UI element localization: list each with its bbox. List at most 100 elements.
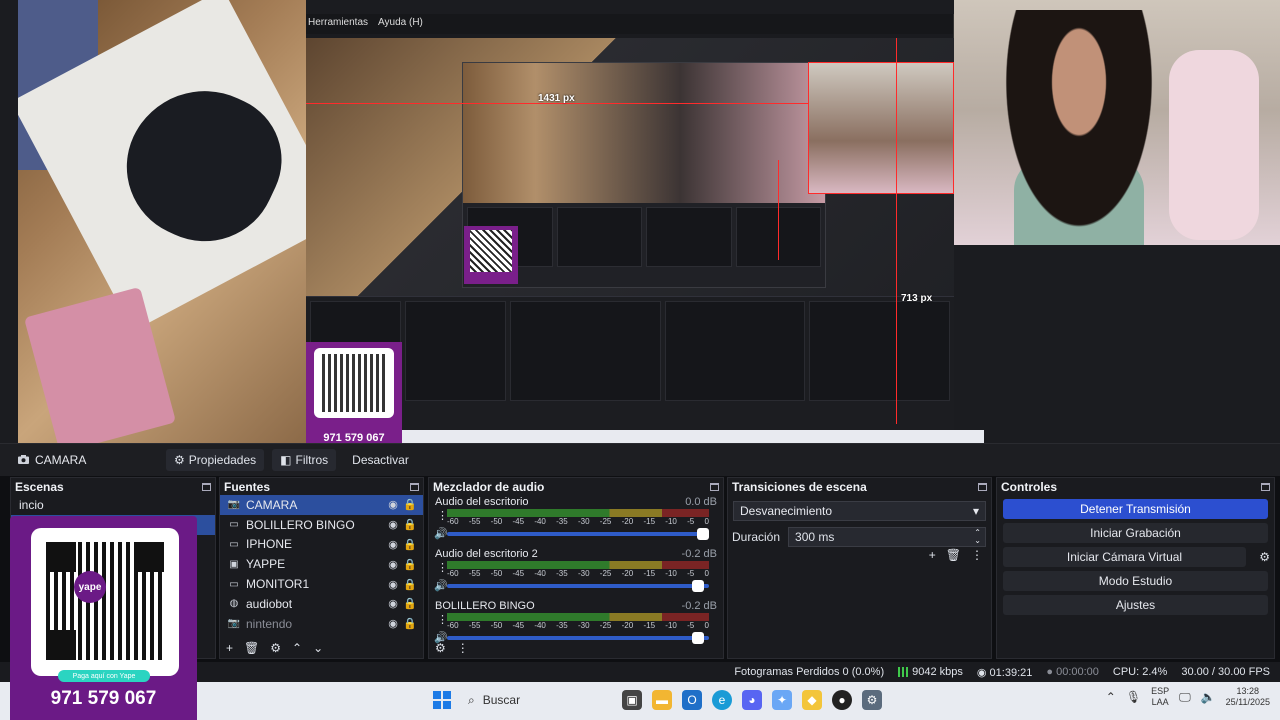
trash-icon[interactable]: 🗑 [244, 641, 259, 655]
nested-inner-preview [463, 63, 825, 203]
popout-icon[interactable] [1261, 482, 1270, 491]
arrow-up-icon[interactable]: ⌃ [292, 641, 302, 655]
eye-icon[interactable]: ◉ [386, 498, 400, 511]
add-icon[interactable]: + [226, 641, 233, 655]
scene-item[interactable]: incio [11, 495, 215, 515]
source-row[interactable]: ◍ audiobot ◉ 🔒 [220, 594, 423, 614]
task-view-icon[interactable]: ▣ [622, 690, 642, 710]
source-row[interactable]: ▭ MONITOR1 ◉ 🔒 [220, 574, 423, 594]
current-source-label: CAMARA [35, 453, 87, 467]
chevron-down-icon: ▾ [972, 504, 979, 518]
start-virtual-camera-button[interactable]: Iniciar Cámara Virtual [1003, 547, 1246, 567]
kebab-menu-icon[interactable]: ⋮ [971, 548, 983, 562]
language-bottom: LAA [1151, 697, 1169, 707]
mixer-channels: Audio del escritorio 0.0 dB ⋮ -60 -55 -50 -45-… [429, 495, 723, 651]
source-row[interactable]: ▭ BOLILLERO BINGO ◉ 🔒 [220, 515, 423, 535]
nested-dock-panel [405, 301, 507, 401]
popout-icon[interactable] [410, 482, 419, 491]
eye-icon[interactable]: ◉ [386, 558, 400, 571]
nested-menu-help: Ayuda (H) [378, 17, 423, 28]
volume-slider-knob[interactable] [691, 580, 704, 592]
eye-icon[interactable]: ◉ [386, 518, 400, 531]
nested-dock-panel [809, 301, 950, 401]
file-explorer-icon[interactable]: ▬ [652, 690, 672, 710]
discord-icon[interactable]: ◕ [742, 690, 762, 710]
virtual-camera-settings-gear-icon[interactable]: ⚙ [1259, 550, 1270, 564]
source-row[interactable]: ▭ IPHONE ◉ 🔒 [220, 535, 423, 555]
outlook-icon[interactable]: O [682, 690, 702, 710]
gear-icon[interactable]: ⚙ [270, 641, 281, 655]
eye-icon[interactable]: ◉ [386, 597, 400, 610]
sources-list: 📷 CAMARA ◉ 🔒 ▭ BOLILLERO BINGO ◉ 🔒 ▭ IPHONE ◉ 🔒 ▣ YAP… [220, 495, 423, 634]
lock-icon[interactable]: 🔒 [403, 617, 417, 630]
filters-button[interactable]: ◧ Filtros [272, 449, 337, 471]
kebab-menu-icon[interactable]: ⋮ [457, 641, 469, 655]
eye-icon[interactable]: ◉ [386, 538, 400, 551]
volume-icon[interactable]: 🔈 [1201, 690, 1216, 704]
record-time-value: 00:00:00 [1056, 666, 1099, 678]
trash-icon[interactable]: 🗑 [946, 548, 961, 562]
duration-input[interactable]: 300 ms ⌃ ⌄ [788, 527, 986, 547]
lock-icon[interactable]: 🔒 [403, 578, 417, 591]
stop-streaming-button[interactable]: Detener Transmisión [1003, 499, 1268, 519]
eye-hidden-icon[interactable]: ◉ [386, 617, 400, 630]
meter-tick: -20 [621, 621, 634, 630]
source-row[interactable]: ▣ YAPPE ◉ 🔒 [220, 554, 423, 574]
edge-icon[interactable]: e [712, 690, 732, 710]
popout-icon[interactable] [978, 482, 987, 491]
controls-header: Controles [997, 478, 1274, 495]
spinner-icon[interactable]: ⌃ ⌄ [974, 529, 981, 545]
taskbar-search[interactable]: ⌕ Buscar [462, 688, 612, 712]
volume-slider[interactable] [447, 580, 709, 592]
mixer-settings-icon[interactable]: ⚙ [435, 641, 446, 655]
meter-tick: -5 [687, 517, 695, 526]
lock-icon[interactable]: 🔒 [403, 597, 417, 610]
source-label: MONITOR1 [246, 577, 310, 592]
current-source: CAMARA [18, 453, 158, 467]
settings-button[interactable]: Ajustes [1003, 595, 1268, 615]
studio-mode-button[interactable]: Modo Estudio [1003, 571, 1268, 591]
speaker-icon[interactable]: 🔊 [434, 527, 448, 540]
settings-app-icon[interactable]: ⚙ [862, 690, 882, 710]
speaker-icon[interactable]: 🔊 [434, 579, 448, 592]
meter-tick: 0 [704, 621, 709, 630]
lock-icon[interactable]: 🔒 [403, 498, 417, 511]
clock-time: 13:28 [1236, 686, 1260, 696]
properties-button[interactable]: ⚙ Propiedades [166, 449, 265, 471]
arrow-down-icon[interactable]: ⌄ [313, 641, 323, 655]
start-recording-button[interactable]: Iniciar Grabación [1003, 523, 1268, 543]
lock-icon[interactable]: 🔒 [403, 518, 417, 531]
lock-icon[interactable]: 🔒 [403, 558, 417, 571]
copilot-icon[interactable]: ✦ [772, 690, 792, 710]
volume-slider[interactable] [447, 528, 709, 540]
camera-icon: 📷 [227, 499, 241, 511]
source-toolbar: CAMARA ⚙ Propiedades ◧ Filtros Desactiva… [0, 443, 1280, 476]
source-row[interactable]: 📷 nintendo ◉ 🔒 [220, 614, 423, 634]
lock-icon[interactable]: 🔒 [403, 538, 417, 551]
preview-canvas[interactable]: Herramientas Ayuda (H) 971 579 067 1431 … [0, 0, 1280, 446]
channel-header: Audio del escritorio 0.0 dB [435, 495, 717, 509]
volume-slider-knob[interactable] [697, 528, 709, 540]
meter-tick: -40 [534, 621, 546, 630]
language-indicator[interactable]: ESP LAA [1151, 686, 1169, 708]
selected-source-box[interactable] [808, 62, 954, 194]
add-icon[interactable]: + [929, 548, 936, 562]
channel-name: Audio del escritorio 2 [435, 548, 538, 560]
source-row[interactable]: 📷 CAMARA ◉ 🔒 [220, 495, 423, 515]
filters-label: Filtros [295, 453, 329, 467]
clock[interactable]: 13:28 25/11/2025 [1226, 686, 1270, 708]
microphone-icon[interactable]: 🎙 [1126, 690, 1141, 704]
meter-tick: 0 [704, 569, 709, 578]
deactivate-button[interactable]: Desactivar [344, 449, 417, 471]
chevron-up-icon[interactable]: ⌃ [1106, 690, 1116, 704]
app-icon[interactable]: ◆ [802, 690, 822, 710]
eye-icon[interactable]: ◉ [386, 578, 400, 591]
popout-icon[interactable] [710, 482, 719, 491]
meter-tick: -35 [556, 517, 568, 526]
network-icon[interactable]: 🖵 [1179, 690, 1191, 705]
windows-start-icon[interactable] [432, 690, 452, 710]
transition-select[interactable]: Desvanecimiento ▾ [733, 501, 986, 521]
obs-icon[interactable]: ● [832, 690, 852, 710]
popout-icon[interactable] [202, 482, 211, 491]
meter-tick: -10 [665, 517, 677, 526]
